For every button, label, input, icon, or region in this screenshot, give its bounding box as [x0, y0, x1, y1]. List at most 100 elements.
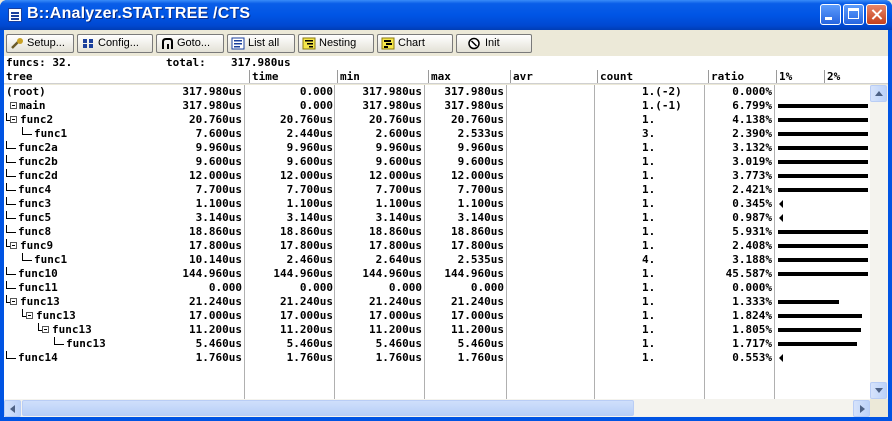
- cell-time: 9.600us: [195, 155, 242, 168]
- cell-max: 1.100us: [375, 197, 422, 210]
- tree-node-name[interactable]: func9: [20, 239, 53, 253]
- close-button[interactable]: [866, 4, 887, 25]
- tree-node-name[interactable]: func2a: [18, 141, 58, 155]
- list-all-button[interactable]: List all: [227, 34, 295, 53]
- collapse-icon[interactable]: [10, 242, 17, 249]
- column-header-max[interactable]: max: [428, 70, 510, 83]
- table-row[interactable]: (root) 317.980us 0.000 317.980us 317.980us 1.…: [4, 85, 870, 99]
- goto-button[interactable]: Goto...: [156, 34, 224, 53]
- tree-node-name[interactable]: func13: [36, 309, 76, 323]
- cell-max: 2.640us: [375, 253, 422, 266]
- cell-avr: 21.240us: [451, 295, 504, 308]
- nesting-icon: [302, 37, 316, 50]
- table-row[interactable]: func1 7.600us 2.440us 2.600us 2.533us 3. 2.390…: [4, 127, 870, 141]
- tree-node-name[interactable]: (root): [6, 85, 46, 99]
- column-header-time[interactable]: time: [249, 70, 337, 83]
- column-header-avr[interactable]: avr: [510, 70, 597, 83]
- tree-node-name[interactable]: func5: [18, 211, 51, 225]
- cell-max: 9.960us: [375, 141, 422, 154]
- ratio-bar: [778, 258, 868, 262]
- scroll-up-icon[interactable]: [870, 85, 887, 102]
- table-row[interactable]: func8 18.860us 18.860us 18.860us 18.860us 1. 5…: [4, 225, 870, 239]
- summary-line: funcs: 32. total: 317.980us: [4, 56, 888, 70]
- column-header-tree[interactable]: tree: [4, 70, 249, 83]
- maximize-button[interactable]: [843, 4, 864, 25]
- tree-node-name[interactable]: func13: [52, 323, 92, 337]
- table-row[interactable]: func5 3.140us 3.140us 3.140us 3.140us 1. 0.987…: [4, 211, 870, 225]
- scroll-down-icon[interactable]: [870, 382, 887, 399]
- table-row[interactable]: func2 20.760us 20.760us 20.760us 20.760us 1. 4…: [4, 113, 870, 127]
- table-row[interactable]: func13 11.200us 11.200us 11.200us 11.200us 1.…: [4, 323, 870, 337]
- table-row[interactable]: func2d 12.000us 12.000us 12.000us 12.000us 1.…: [4, 169, 870, 183]
- table-row[interactable]: func9 17.800us 17.800us 17.800us 17.800us 1. 2…: [4, 239, 870, 253]
- tree-node-name[interactable]: func4: [18, 183, 51, 197]
- cell-min: 12.000us: [280, 169, 333, 182]
- column-header-min[interactable]: min: [337, 70, 428, 83]
- tree-branch-line: [6, 113, 7, 121]
- tree-node-name[interactable]: func1: [34, 253, 67, 267]
- table-row[interactable]: func14 1.760us 1.760us 1.760us 1.760us 1. 0.55…: [4, 351, 870, 365]
- window-list-icon[interactable]: [8, 8, 22, 22]
- tree-node-name[interactable]: func2b: [18, 155, 58, 169]
- column-header-1pct[interactable]: 1%: [776, 70, 824, 83]
- nesting-button[interactable]: Nesting: [298, 34, 374, 53]
- table-row[interactable]: func13 17.000us 17.000us 17.000us 17.000us 1.…: [4, 309, 870, 323]
- tree-node-name[interactable]: func13: [66, 337, 106, 351]
- scroll-right-icon[interactable]: [853, 400, 870, 417]
- cell-avr: 317.980us: [444, 99, 504, 112]
- tree-node-name[interactable]: func10: [18, 267, 58, 281]
- tree-node-name[interactable]: func8: [18, 225, 51, 239]
- tree-node-name[interactable]: main: [19, 99, 46, 113]
- table-row[interactable]: func10 144.960us 144.960us 144.960us 144.960…: [4, 267, 870, 281]
- horizontal-scrollbar[interactable]: [4, 399, 870, 417]
- cell-min: 144.960us: [273, 267, 333, 280]
- tree-node-name[interactable]: func11: [18, 281, 58, 295]
- setup-button[interactable]: Setup...: [6, 34, 74, 53]
- vertical-scrollbar[interactable]: [870, 85, 888, 399]
- collapse-icon[interactable]: [26, 312, 33, 319]
- table-row[interactable]: func1 10.140us 2.460us 2.640us 2.535us 4. 3.18…: [4, 253, 870, 267]
- resize-grip-icon[interactable]: [870, 399, 888, 417]
- tree-node-name[interactable]: func1: [34, 127, 67, 141]
- table-row[interactable]: func2a 9.960us 9.960us 9.960us 9.960us 1. 3.13…: [4, 141, 870, 155]
- stat-tree-grid[interactable]: (root) 317.980us 0.000 317.980us 317.980us 1.…: [4, 85, 870, 399]
- table-row[interactable]: main 317.980us 0.000 317.980us 317.980us 1.(-…: [4, 99, 870, 113]
- tree-node-name[interactable]: func14: [18, 351, 58, 365]
- table-row[interactable]: func13 21.240us 21.240us 21.240us 21.240us 1.…: [4, 295, 870, 309]
- cell-ratio: 2.390%: [732, 127, 772, 140]
- cell-max: 317.980us: [362, 99, 422, 112]
- init-button[interactable]: Init: [456, 34, 532, 53]
- table-row[interactable]: func3 1.100us 1.100us 1.100us 1.100us 1. 0.345…: [4, 197, 870, 211]
- column-header-ratio[interactable]: ratio: [708, 70, 776, 83]
- table-row[interactable]: func4 7.700us 7.700us 7.700us 7.700us 1. 2.421…: [4, 183, 870, 197]
- title-bar[interactable]: B::Analyzer.STAT.TREE /CTS: [0, 0, 892, 30]
- cell-count: 1.: [642, 267, 656, 280]
- tree-node-name[interactable]: func13: [20, 295, 60, 309]
- cell-time: 21.240us: [189, 295, 242, 308]
- minimize-button[interactable]: [820, 4, 841, 25]
- table-row[interactable]: func13 5.460us 5.460us 5.460us 5.460us 1. 1.71…: [4, 337, 870, 351]
- tree-node-name[interactable]: func2: [20, 113, 53, 127]
- config-button[interactable]: Config...: [77, 34, 153, 53]
- table-row[interactable]: func2b 9.600us 9.600us 9.600us 9.600us 1. 3.01…: [4, 155, 870, 169]
- scroll-left-icon[interactable]: [4, 400, 21, 417]
- collapse-icon[interactable]: [10, 298, 17, 305]
- horizontal-scroll-thumb[interactable]: [22, 400, 634, 416]
- chart-button[interactable]: Chart: [377, 34, 453, 53]
- cell-avr: 2.533us: [457, 127, 504, 140]
- collapse-icon[interactable]: [10, 102, 17, 109]
- tree-node-name[interactable]: func2d: [18, 169, 58, 183]
- cell-avr: 12.000us: [451, 169, 504, 182]
- collapse-icon[interactable]: [42, 326, 49, 333]
- cell-ratio: 3.019%: [732, 155, 772, 168]
- column-header-2pct[interactable]: 2%: [824, 70, 870, 83]
- cell-max: 17.800us: [369, 239, 422, 252]
- collapse-icon[interactable]: [10, 116, 17, 123]
- cell-min: 3.140us: [286, 211, 333, 224]
- tree-branch-line: [54, 337, 55, 345]
- table-row[interactable]: func11 0.000 0.000 0.000 0.000 1. 0.000%: [4, 281, 870, 295]
- tree-node-name[interactable]: func3: [18, 197, 51, 211]
- cell-min: 20.760us: [280, 113, 333, 126]
- column-header-count[interactable]: count: [597, 70, 708, 83]
- tree-branch-line: [6, 141, 7, 149]
